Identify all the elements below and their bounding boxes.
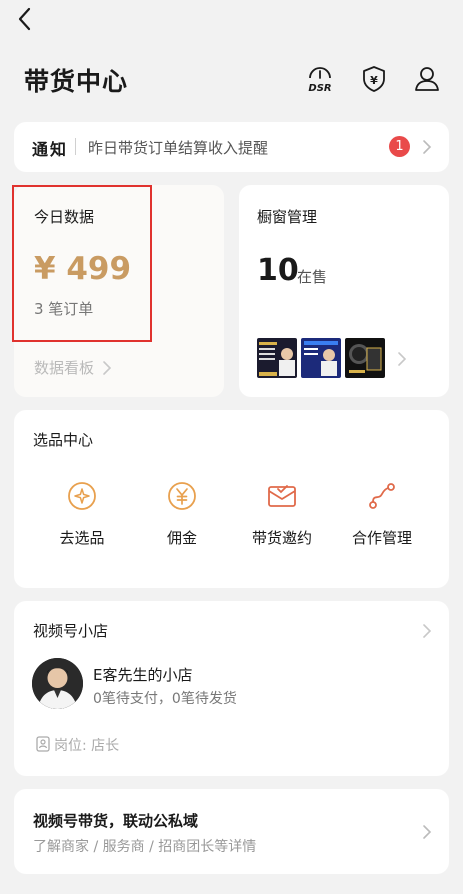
invitation-label: 带货邀约 — [251, 529, 312, 547]
chevron-right-icon — [423, 624, 432, 638]
today-amount: ¥ 499 — [34, 251, 132, 287]
promo-title: 视频号带货，联动公私域 — [33, 812, 199, 830]
commission-label: 佣金 — [166, 529, 197, 547]
product-thumbnail[interactable] — [301, 338, 341, 378]
shop-section-title: 视频号小店 — [33, 622, 109, 640]
dsr-label: DSR — [308, 83, 331, 94]
cooperation-management-button[interactable]: 合作管理 — [332, 480, 432, 548]
showcase-status: 在售 — [297, 268, 328, 286]
profile-icon[interactable] — [412, 64, 442, 94]
mail-icon — [268, 485, 296, 507]
chevron-right-icon — [103, 361, 112, 375]
selection-center-title: 选品中心 — [33, 431, 94, 449]
select-products-button[interactable]: 去选品 — [32, 480, 132, 548]
product-thumbnail[interactable] — [345, 338, 385, 378]
select-product-icon — [68, 482, 96, 510]
showcase-count: 10 — [257, 253, 299, 288]
badge-icon — [36, 736, 50, 752]
route-icon — [369, 483, 395, 509]
today-orders: 3 笔订单 — [34, 300, 94, 318]
shield-yen-icon[interactable]: ¥ — [359, 64, 389, 94]
notice-title: 通知 — [32, 140, 69, 159]
notice-text: 昨日带货订单结算收入提醒 — [88, 139, 269, 157]
promo-subtitle: 了解商家 / 服务商 / 招商团长等详情 — [33, 839, 257, 855]
today-data-title: 今日数据 — [34, 208, 95, 226]
shop-name: E客先生的小店 — [93, 666, 193, 684]
dsr-icon[interactable]: DSR — [305, 64, 335, 94]
cooperation-management-label: 合作管理 — [351, 529, 412, 547]
shop-order-status: 0笔待支付，0笔待发货 — [93, 691, 237, 707]
chevron-right-icon — [423, 825, 432, 839]
yen-symbol: ¥ — [370, 74, 378, 87]
commission-button[interactable]: 佣金 — [132, 480, 232, 548]
page-title: 带货中心 — [24, 67, 129, 96]
invitation-button[interactable]: 带货邀约 — [232, 480, 332, 548]
notice-divider — [75, 138, 76, 155]
promo-card[interactable] — [14, 789, 449, 874]
showcase-title: 橱窗管理 — [257, 208, 318, 226]
product-thumbnail[interactable] — [257, 338, 297, 378]
notice-badge: 1 — [389, 136, 410, 157]
data-board-link[interactable]: 数据看板 — [34, 357, 94, 378]
commission-icon — [168, 482, 196, 510]
avatar — [32, 658, 83, 709]
select-products-label: 去选品 — [59, 529, 105, 547]
back-icon[interactable] — [14, 6, 36, 32]
chevron-right-icon — [423, 140, 432, 154]
shop-role: 岗位: 店长 — [54, 738, 120, 754]
chevron-right-icon — [398, 352, 407, 366]
